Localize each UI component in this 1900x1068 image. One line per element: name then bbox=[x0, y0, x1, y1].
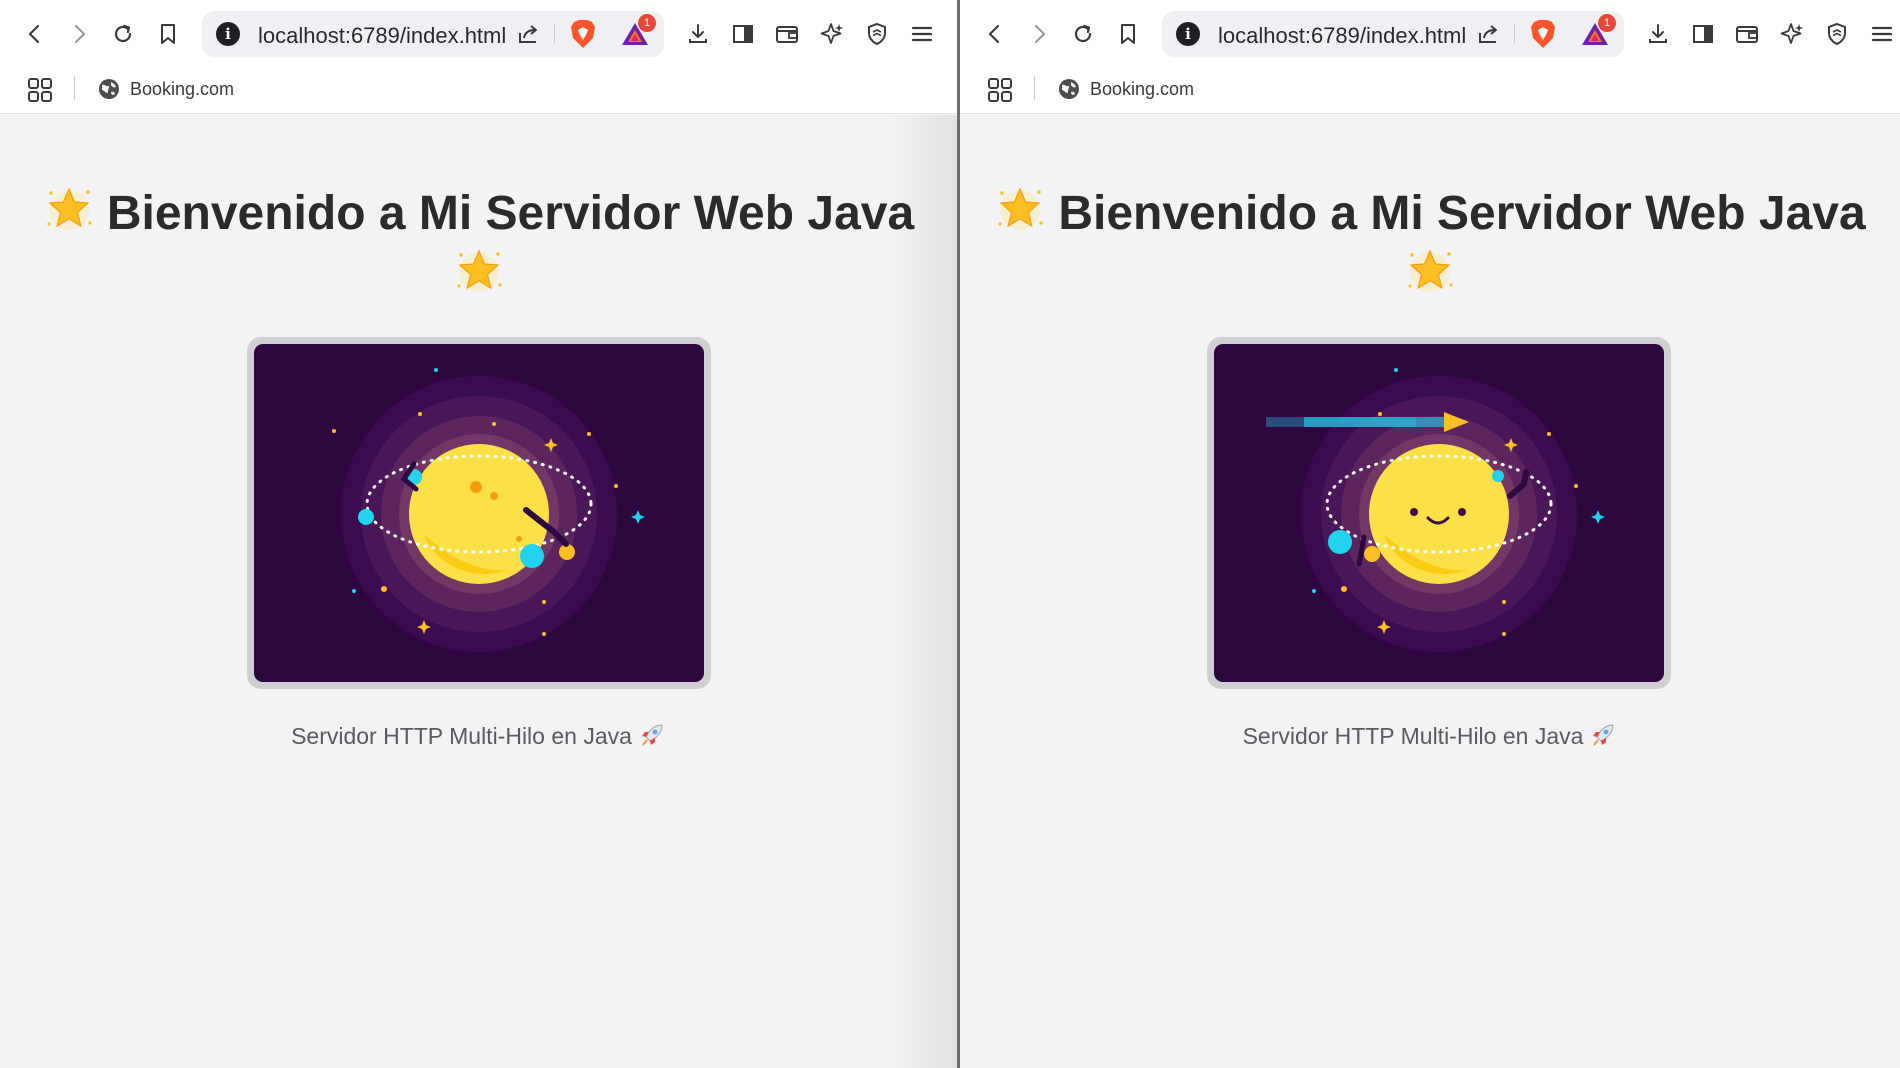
leo-ai-icon[interactable] bbox=[817, 19, 847, 49]
page-caption: Servidor HTTP Multi-Hilo en Java bbox=[0, 721, 957, 750]
bookmark-booking[interactable]: Booking.com bbox=[98, 74, 234, 104]
page-content: Bienvenido a Mi Servidor Web Java Servid… bbox=[0, 115, 957, 1068]
page-title: Bienvenido a Mi Servidor Web Java bbox=[960, 183, 1900, 307]
share-icon[interactable] bbox=[516, 21, 542, 47]
apps-grid-icon[interactable] bbox=[26, 76, 54, 104]
star-emoji-icon bbox=[1404, 245, 1456, 297]
globe-icon bbox=[99, 79, 119, 99]
sidebar-icon[interactable] bbox=[1688, 19, 1718, 49]
vpn-shield-icon[interactable] bbox=[1822, 19, 1852, 49]
reload-icon[interactable] bbox=[108, 19, 138, 49]
wallet-icon[interactable] bbox=[1732, 19, 1762, 49]
apps-grid-icon[interactable] bbox=[986, 76, 1014, 104]
page-title-text: Bienvenido a Mi Servidor Web Java bbox=[106, 187, 915, 240]
globe-icon bbox=[1059, 79, 1079, 99]
star-emoji-icon bbox=[994, 183, 1046, 235]
browser-window-left: i localhost:6789/index.html 1 Booking.co… bbox=[0, 0, 957, 1068]
bookmarks-separator bbox=[74, 76, 75, 100]
bookmark-icon[interactable] bbox=[153, 19, 183, 49]
leo-ai-icon[interactable] bbox=[1777, 19, 1807, 49]
back-icon[interactable] bbox=[20, 19, 50, 49]
illustration-frame bbox=[1207, 337, 1671, 689]
menu-icon[interactable] bbox=[907, 19, 937, 49]
download-icon[interactable] bbox=[683, 19, 713, 49]
site-info-icon[interactable]: i bbox=[1176, 22, 1200, 46]
planet-illustration bbox=[1214, 344, 1664, 682]
rewards-badge: 1 bbox=[638, 14, 656, 32]
share-icon[interactable] bbox=[1476, 21, 1502, 47]
url-text[interactable]: localhost:6789/index.html bbox=[1218, 23, 1466, 49]
brave-shields-icon[interactable] bbox=[1528, 18, 1558, 50]
caption-text: Servidor HTTP Multi-Hilo en Java bbox=[1242, 723, 1584, 749]
caption-text: Servidor HTTP Multi-Hilo en Java bbox=[291, 723, 632, 749]
bookmark-booking[interactable]: Booking.com bbox=[1058, 74, 1194, 104]
address-bar-separator bbox=[554, 24, 555, 44]
bookmark-label: Booking.com bbox=[130, 78, 235, 99]
star-emoji-icon bbox=[43, 183, 95, 235]
forward-icon[interactable] bbox=[64, 19, 94, 49]
vpn-shield-icon[interactable] bbox=[862, 19, 892, 49]
page-title: Bienvenido a Mi Servidor Web Java bbox=[0, 183, 957, 307]
page-title-text: Bienvenido a Mi Servidor Web Java bbox=[1058, 187, 1866, 240]
browser-toolbar: i localhost:6789/index.html 1 bbox=[0, 0, 957, 68]
page-caption: Servidor HTTP Multi-Hilo en Java bbox=[960, 721, 1900, 750]
wallet-icon[interactable] bbox=[772, 19, 802, 49]
page-content: Bienvenido a Mi Servidor Web Java Servid… bbox=[960, 115, 1900, 1068]
address-bar[interactable]: i localhost:6789/index.html 1 bbox=[1162, 11, 1624, 57]
planet-illustration bbox=[254, 344, 704, 682]
address-bar-separator bbox=[1514, 24, 1515, 44]
rocket-emoji-icon bbox=[1589, 721, 1617, 749]
brave-shields-icon[interactable] bbox=[568, 18, 598, 50]
bookmarks-separator bbox=[1034, 76, 1035, 100]
browser-window-right: i localhost:6789/index.html 1 Booking.co… bbox=[960, 0, 1900, 1068]
star-emoji-icon bbox=[453, 245, 505, 297]
site-info-icon[interactable]: i bbox=[216, 22, 240, 46]
bookmark-label: Booking.com bbox=[1090, 78, 1195, 99]
rewards-badge: 1 bbox=[1598, 14, 1616, 32]
sidebar-icon[interactable] bbox=[728, 19, 758, 49]
illustration-frame bbox=[247, 337, 711, 689]
url-text[interactable]: localhost:6789/index.html bbox=[258, 23, 506, 49]
browser-toolbar: i localhost:6789/index.html 1 bbox=[960, 0, 1900, 68]
reload-icon[interactable] bbox=[1068, 19, 1098, 49]
address-bar[interactable]: i localhost:6789/index.html 1 bbox=[202, 11, 664, 57]
back-icon[interactable] bbox=[980, 19, 1010, 49]
bookmark-icon[interactable] bbox=[1113, 19, 1143, 49]
rocket-emoji-icon bbox=[638, 721, 666, 749]
window-edge-shadow bbox=[887, 115, 957, 1068]
forward-icon[interactable] bbox=[1024, 19, 1054, 49]
menu-icon[interactable] bbox=[1867, 19, 1897, 49]
download-icon[interactable] bbox=[1643, 19, 1673, 49]
